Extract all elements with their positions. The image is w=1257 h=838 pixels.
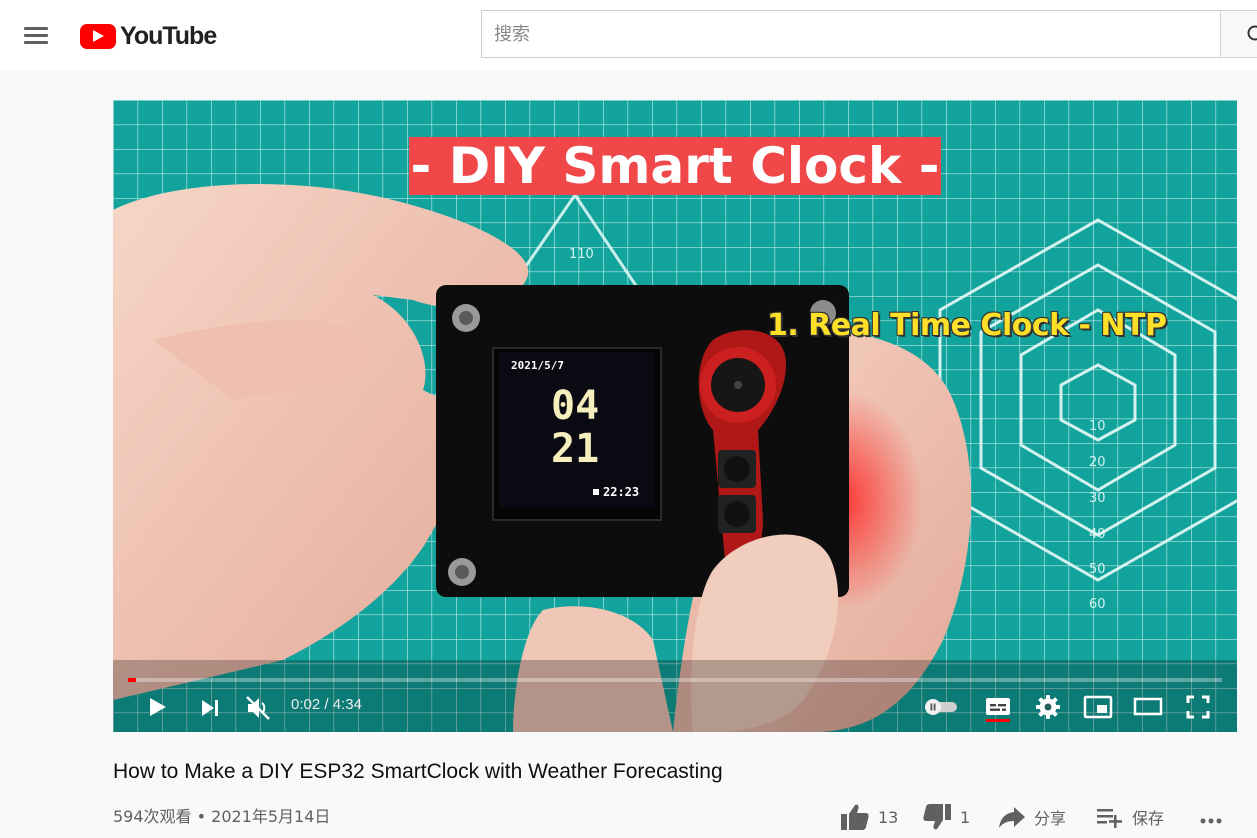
svg-text:20: 20 (1089, 455, 1106, 470)
progress-bar-played (128, 678, 136, 682)
like-button[interactable]: 13 (840, 800, 898, 834)
subtitles-icon (986, 698, 1010, 722)
youtube-logo[interactable]: YouTube (80, 21, 217, 50)
gear-icon (1036, 695, 1060, 719)
miniplayer-button[interactable] (1083, 694, 1113, 720)
svg-text:50: 50 (1089, 562, 1106, 577)
search-button[interactable] (1220, 10, 1257, 58)
settings-button[interactable] (1035, 694, 1061, 720)
video-overlay-caption: 1. Real Time Clock - NTP (767, 308, 1167, 343)
time-current: 0:02 (291, 696, 321, 713)
view-count: 594次观看 (113, 807, 192, 826)
device-screen-time-text: 22:23 (603, 485, 640, 499)
youtube-play-logo-icon (80, 23, 116, 49)
like-count: 13 (878, 807, 899, 827)
fullscreen-button[interactable] (1185, 694, 1211, 720)
hamburger-menu-icon[interactable] (18, 21, 54, 49)
time-separator: / (320, 696, 333, 713)
time-display: 0:02 / 4:34 (291, 696, 362, 713)
theater-mode-icon (1133, 697, 1163, 716)
miniplayer-icon (1083, 695, 1113, 719)
save-label: 保存 (1132, 809, 1165, 828)
device-screen-time: 22:23 (593, 485, 639, 499)
search-icon (1247, 25, 1257, 41)
theater-mode-button[interactable] (1133, 696, 1163, 718)
svg-text:40: 40 (1089, 527, 1106, 542)
upload-date: 2021年5月14日 (211, 807, 331, 826)
progress-bar[interactable] (128, 678, 1222, 682)
logo-text: YouTube (120, 21, 217, 50)
device-screen-hour: 04 (551, 383, 600, 429)
svg-text:30: 30 (1089, 491, 1106, 506)
autoplay-toggle-icon (925, 699, 957, 715)
video-player[interactable]: 10 20 30 40 50 60 110 - DIY Smart Clock - 1.… (113, 100, 1237, 732)
next-icon (202, 700, 218, 716)
mute-button[interactable] (244, 694, 272, 722)
share-button[interactable]: 分享 (998, 800, 1066, 834)
thumb-up-icon (841, 804, 869, 830)
share-label: 分享 (1034, 809, 1067, 828)
svg-text:110: 110 (569, 247, 594, 262)
more-horizontal-icon (1200, 818, 1222, 824)
svg-text:10: 10 (1089, 419, 1106, 434)
next-button[interactable] (198, 696, 222, 720)
autoplay-toggle[interactable] (923, 696, 959, 718)
video-meta: 594次观看 • 2021年5月14日 (113, 803, 330, 827)
device-screen-date: 2021/5/7 (511, 359, 564, 372)
save-button[interactable]: 保存 (1096, 800, 1164, 834)
play-button[interactable] (145, 695, 169, 719)
svg-text:60: 60 (1089, 597, 1106, 612)
thumb-down-icon (923, 804, 951, 830)
video-title-banner: - DIY Smart Clock - (409, 137, 941, 195)
muted-volume-icon (246, 696, 270, 720)
dislike-button[interactable]: 1 (922, 800, 970, 834)
time-total: 4:34 (332, 696, 362, 713)
dislike-count: 1 (960, 807, 971, 827)
video-title: How to Make a DIY ESP32 SmartClock with … (113, 760, 723, 783)
play-icon (150, 698, 166, 716)
fullscreen-icon (1186, 695, 1210, 719)
share-arrow-icon (999, 807, 1025, 828)
search-input[interactable] (482, 11, 1220, 57)
search-box (481, 10, 1221, 58)
device-screen-minute: 21 (551, 426, 600, 472)
subtitles-button[interactable] (984, 694, 1012, 724)
masthead: YouTube (0, 0, 1257, 70)
playlist-add-icon (1097, 809, 1122, 828)
meta-separator: • (191, 807, 212, 826)
more-actions-button[interactable] (1198, 800, 1234, 834)
